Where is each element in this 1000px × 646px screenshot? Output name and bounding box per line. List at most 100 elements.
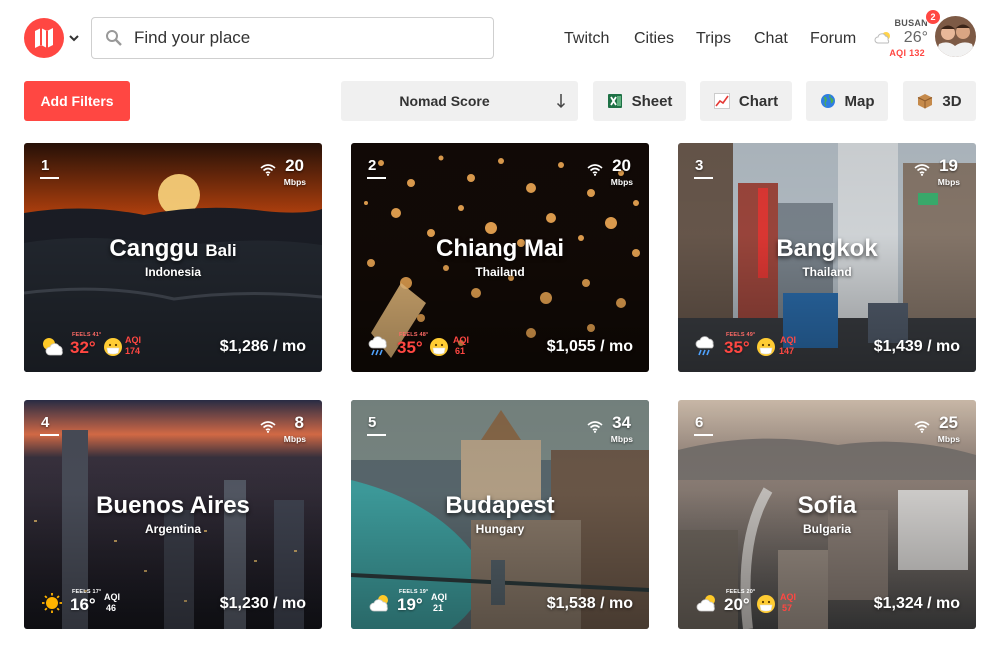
chart-label: Chart	[738, 92, 779, 110]
rank-underline	[40, 434, 59, 436]
rank-underline	[694, 177, 713, 179]
aqi-label: AQI	[780, 592, 797, 602]
aqi-value: 61	[455, 346, 466, 356]
avatar[interactable]	[935, 16, 976, 57]
internet-speed-unit: Mbps	[283, 434, 306, 444]
wifi-icon	[260, 164, 276, 176]
city-name-text: Chiang Mai	[435, 235, 564, 262]
internet-speed-unit: Mbps	[610, 434, 633, 444]
wifi-icon	[914, 164, 930, 176]
arrow-down-icon	[556, 94, 566, 109]
city-name: Buenos Aires	[24, 492, 322, 520]
package-icon	[918, 94, 933, 109]
internet-speed: 20	[285, 156, 304, 175]
search-icon	[106, 30, 122, 46]
sheet-button[interactable]: Sheet	[593, 81, 686, 121]
rank: 6	[695, 414, 704, 431]
wifi-icon	[587, 164, 603, 176]
city-card-bangkok[interactable]: 3 19 Mbps Bangkok Thailand FEELS 49° 35°…	[678, 143, 976, 372]
sun-icon	[42, 593, 62, 613]
internet-speed-unit: Mbps	[610, 177, 633, 187]
city-card-budapest[interactable]: 5 34 Mbps Budapest Hungary FEELS 19° 19°…	[351, 400, 649, 629]
spreadsheet-icon	[607, 94, 622, 108]
aqi-value: 21	[433, 603, 444, 613]
temperature: 20°	[724, 595, 750, 614]
monthly-cost: $1,324 / mo	[873, 595, 960, 612]
nav-twitch[interactable]: Twitch	[564, 30, 609, 48]
monthly-cost: $1,055 / mo	[546, 338, 633, 355]
nav-trips[interactable]: Trips	[696, 30, 731, 48]
local-weather-widget: BUSAN 26° AQI 132	[870, 15, 930, 61]
chevron-down-icon[interactable]	[68, 32, 80, 44]
temperature: 19°	[397, 595, 423, 614]
nav-chat[interactable]: Chat	[754, 30, 788, 48]
temperature: 35°	[397, 338, 423, 357]
aqi-label: AQI	[104, 592, 121, 602]
local-aqi: AQI 132	[889, 48, 925, 58]
nav-forum[interactable]: Forum	[810, 30, 856, 48]
city-card-buenos-aires[interactable]: 4 8 Mbps Buenos Aires Argentina FEELS 17…	[24, 400, 322, 629]
wifi-icon	[587, 421, 603, 433]
masked-face-icon	[104, 338, 122, 356]
nav-cities[interactable]: Cities	[634, 30, 674, 48]
logo-icon	[35, 28, 53, 48]
rank: 5	[368, 414, 377, 431]
city-name: Sofia	[678, 492, 976, 520]
city-card-chiang-mai[interactable]: 2 20 Mbps Chiang Mai Thailand FEELS 48° …	[351, 143, 649, 372]
sheet-label: Sheet	[631, 92, 673, 110]
search-input[interactable]	[134, 28, 474, 48]
map-label: Map	[844, 92, 875, 110]
masked-face-icon	[757, 595, 775, 613]
city-card-sofia[interactable]: 6 25 Mbps Sofia Bulgaria FEELS 20° 20° A…	[678, 400, 976, 629]
city-region: Bali	[205, 241, 237, 260]
rank-underline	[694, 434, 713, 436]
monthly-cost: $1,538 / mo	[546, 595, 633, 612]
rain-cloud-icon	[368, 336, 387, 356]
internet-speed-unit: Mbps	[283, 177, 306, 187]
sort-select[interactable]: Nomad Score	[341, 81, 578, 121]
aqi-value: 174	[125, 346, 141, 356]
temperature: 35°	[724, 338, 750, 357]
internet-speed: 25	[939, 413, 958, 432]
monthly-cost: $1,439 / mo	[873, 338, 960, 355]
internet-speed: 34	[612, 413, 631, 432]
chart-button[interactable]: Chart	[700, 81, 792, 121]
city-name-text: Bangkok	[776, 235, 878, 262]
rank: 2	[368, 157, 377, 174]
3d-label: 3D	[942, 92, 962, 110]
city-name: Canggu Bali	[24, 235, 322, 263]
internet-speed: 20	[612, 156, 631, 175]
map-button[interactable]: Map	[806, 81, 888, 121]
add-filters-button[interactable]: Add Filters	[24, 81, 130, 121]
nomad-logo[interactable]	[24, 18, 64, 58]
cloud-icon	[874, 32, 890, 44]
city-card-canggu[interactable]: 1 20 Mbps Canggu Bali Indonesia FEELS 41…	[24, 143, 322, 372]
temperature: 32°	[70, 338, 96, 357]
notification-badge[interactable]: 2	[925, 9, 941, 25]
country-name: Hungary	[475, 522, 525, 536]
aqi-label: AQI	[125, 335, 142, 345]
monthly-cost: $1,230 / mo	[219, 595, 306, 612]
country-name: Thailand	[802, 265, 852, 279]
rank: 3	[695, 157, 704, 174]
cloud-icon	[696, 595, 715, 612]
3d-button[interactable]: 3D	[903, 81, 976, 121]
rank-underline	[367, 177, 386, 179]
wifi-icon	[260, 421, 276, 433]
city-name-text: Canggu	[109, 235, 199, 262]
city-name: Bangkok	[678, 235, 976, 263]
internet-speed-unit: Mbps	[937, 434, 960, 444]
cloud-icon	[369, 595, 388, 612]
city-name-text: Buenos Aires	[96, 492, 250, 519]
internet-speed: 8	[294, 413, 304, 432]
country-name: Thailand	[475, 265, 525, 279]
globe-icon	[820, 94, 835, 108]
city-name-text: Sofia	[797, 492, 857, 519]
city-name-text: Budapest	[445, 492, 555, 519]
chart-icon	[713, 93, 730, 109]
wifi-icon	[914, 421, 930, 433]
rank-underline	[40, 177, 59, 179]
city-name: Chiang Mai	[351, 235, 649, 263]
sort-label: Nomad Score	[399, 93, 490, 109]
search-bar[interactable]	[91, 17, 494, 59]
